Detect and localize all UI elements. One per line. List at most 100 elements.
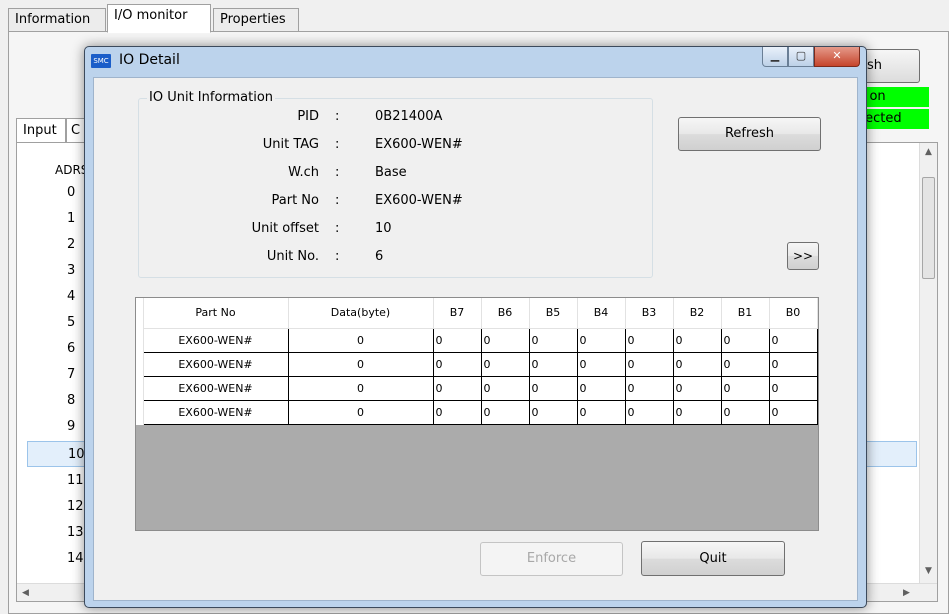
cell-bit[interactable]: 0	[576, 351, 626, 377]
vertical-scrollbar[interactable]: ▲ ▼	[919, 143, 937, 583]
row-header[interactable]	[136, 400, 144, 424]
cell-bit[interactable]: 0	[528, 375, 578, 401]
table-row[interactable]: EX600-WEN# 0 0 0 0 0 0 0 0 0	[136, 399, 818, 425]
dialog-title: IO Detail	[119, 52, 180, 68]
cell-bit[interactable]: 0	[528, 351, 578, 377]
cell-bit[interactable]: 0	[576, 399, 626, 425]
info-colon: :	[335, 193, 340, 208]
info-colon: :	[335, 109, 340, 124]
io-detail-dialog: SMC IO Detail ▁ ▢ ✕ IO Unit Information …	[84, 46, 867, 608]
info-label: Unit No.	[266, 249, 319, 264]
scroll-left-arrow-icon[interactable]: ◀	[22, 588, 29, 598]
scrollbar-thumb[interactable]	[922, 177, 935, 279]
column-header[interactable]: Data(byte)	[288, 298, 434, 329]
cell-bit[interactable]: 0	[720, 327, 770, 353]
cell-bit[interactable]: 0	[768, 327, 818, 353]
io-unit-info-group: IO Unit Information PID : 0B21400A Unit …	[138, 89, 654, 278]
column-header[interactable]: B4	[577, 298, 626, 329]
maximize-icon[interactable]: ▢	[788, 47, 814, 67]
cell-bit[interactable]: 0	[672, 351, 722, 377]
column-header[interactable]: B0	[769, 298, 818, 329]
cell-data-byte[interactable]: 0	[287, 399, 434, 425]
info-row-unit-no: Unit No. : 6	[139, 249, 654, 269]
cell-bit[interactable]: 0	[672, 327, 722, 353]
tab-properties[interactable]: Properties	[213, 8, 299, 32]
info-value: EX600-WEN#	[375, 137, 463, 152]
cell-bit[interactable]: 0	[624, 351, 674, 377]
column-header[interactable]: B5	[529, 298, 578, 329]
list-item-label: 13	[67, 525, 84, 540]
list-item-label: 0	[67, 185, 76, 200]
cell-part-no[interactable]: EX600-WEN#	[142, 375, 289, 401]
list-item-label: 10	[68, 447, 85, 462]
cell-bit[interactable]: 0	[576, 327, 626, 353]
list-item-label: 14	[67, 551, 84, 566]
scroll-up-arrow-icon[interactable]: ▲	[925, 147, 932, 157]
enforce-button[interactable]: Enforce	[480, 542, 623, 576]
info-colon: :	[335, 221, 340, 236]
cell-bit[interactable]: 0	[480, 327, 530, 353]
status-indicator-power: r on	[858, 87, 929, 107]
io-data-grid: Part No Data(byte) B7 B6 B5 B4 B3 B2 B1 …	[135, 297, 819, 531]
cell-bit[interactable]: 0	[480, 399, 530, 425]
table-row[interactable]: EX600-WEN# 0 0 0 0 0 0 0 0 0	[136, 327, 818, 353]
column-header[interactable]: B7	[433, 298, 482, 329]
row-header[interactable]	[136, 328, 144, 352]
grid-header-row: Part No Data(byte) B7 B6 B5 B4 B3 B2 B1 …	[136, 298, 818, 329]
cell-bit[interactable]: 0	[528, 399, 578, 425]
cell-bit[interactable]: 0	[432, 399, 482, 425]
cell-data-byte[interactable]: 0	[287, 351, 434, 377]
scroll-right-arrow-icon[interactable]: ▶	[903, 588, 910, 598]
column-header[interactable]: B1	[721, 298, 770, 329]
column-header[interactable]: B3	[625, 298, 674, 329]
info-value: 10	[375, 221, 392, 236]
tab-input[interactable]: Input	[16, 118, 66, 143]
cell-bit[interactable]: 0	[432, 351, 482, 377]
tab-io-monitor[interactable]: I/O monitor	[107, 4, 211, 33]
cell-bit[interactable]: 0	[672, 375, 722, 401]
table-row[interactable]: EX600-WEN# 0 0 0 0 0 0 0 0 0	[136, 351, 818, 377]
cell-data-byte[interactable]: 0	[287, 375, 434, 401]
cell-bit[interactable]: 0	[768, 351, 818, 377]
column-header[interactable]: Part No	[143, 298, 289, 329]
minimize-icon[interactable]: ▁	[762, 47, 788, 67]
row-header[interactable]	[136, 376, 144, 400]
cell-bit[interactable]: 0	[720, 375, 770, 401]
cell-bit[interactable]: 0	[576, 375, 626, 401]
cell-bit[interactable]: 0	[432, 375, 482, 401]
row-header[interactable]	[136, 352, 144, 376]
cell-part-no[interactable]: EX600-WEN#	[142, 351, 289, 377]
cell-bit[interactable]: 0	[432, 327, 482, 353]
info-row-part-no: Part No : EX600-WEN#	[139, 193, 654, 213]
cell-bit[interactable]: 0	[768, 399, 818, 425]
smc-logo-icon: SMC	[91, 54, 111, 68]
list-item-label: 2	[67, 237, 76, 252]
table-row[interactable]: EX600-WEN# 0 0 0 0 0 0 0 0 0	[136, 375, 818, 401]
cell-bit[interactable]: 0	[624, 399, 674, 425]
cell-bit[interactable]: 0	[720, 399, 770, 425]
cell-bit[interactable]: 0	[480, 351, 530, 377]
row-header-spacer	[136, 298, 144, 328]
list-item-label: 7	[67, 367, 76, 382]
quit-button[interactable]: Quit	[641, 541, 785, 576]
cell-data-byte[interactable]: 0	[287, 327, 434, 353]
cell-part-no[interactable]: EX600-WEN#	[142, 399, 289, 425]
cell-bit[interactable]: 0	[720, 351, 770, 377]
tab-information[interactable]: Information	[8, 8, 106, 32]
scroll-down-arrow-icon[interactable]: ▼	[925, 566, 932, 576]
expand-button[interactable]: >>	[787, 242, 819, 270]
refresh-button[interactable]: Refresh	[678, 117, 821, 151]
column-header[interactable]: B6	[481, 298, 530, 329]
cell-part-no[interactable]: EX600-WEN#	[142, 327, 289, 353]
cell-bit[interactable]: 0	[624, 375, 674, 401]
cell-bit[interactable]: 0	[768, 375, 818, 401]
list-item-label: 6	[67, 341, 76, 356]
close-icon[interactable]: ✕	[814, 47, 860, 67]
list-item-label: 1	[67, 211, 76, 226]
cell-bit[interactable]: 0	[672, 399, 722, 425]
list-item-label: 9	[67, 419, 76, 434]
cell-bit[interactable]: 0	[624, 327, 674, 353]
cell-bit[interactable]: 0	[528, 327, 578, 353]
cell-bit[interactable]: 0	[480, 375, 530, 401]
column-header[interactable]: B2	[673, 298, 722, 329]
